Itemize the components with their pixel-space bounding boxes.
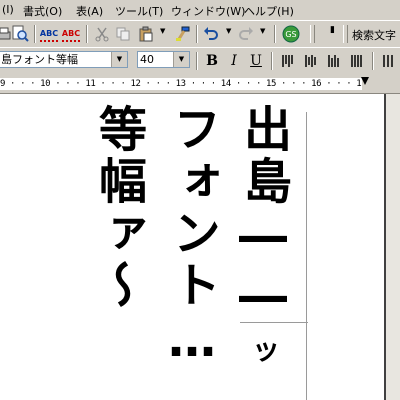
undo-dropdown-icon[interactable]: ▼	[226, 27, 231, 35]
toolbar-separator	[34, 25, 36, 43]
font-size-value: 40	[140, 53, 154, 66]
clone-formatting-icon[interactable]	[173, 24, 193, 44]
text-column-2[interactable]: フォント…	[164, 104, 221, 372]
undo-icon[interactable]	[201, 24, 221, 44]
right-indent-marker[interactable]	[361, 77, 369, 85]
text-boundary-line	[306, 322, 307, 400]
justify-vertical-icon[interactable]	[347, 51, 367, 71]
align-center-vertical-icon[interactable]	[301, 51, 321, 71]
vertical-scrollbar[interactable]	[386, 94, 400, 400]
toolbar-overflow-icon[interactable]: ▮	[330, 25, 335, 35]
redo-icon[interactable]	[236, 24, 256, 44]
bold-button[interactable]: B	[202, 51, 222, 71]
copy-icon[interactable]	[113, 24, 133, 44]
cut-icon[interactable]	[92, 24, 112, 44]
toolbar-separator	[274, 25, 276, 43]
menu-item-insert[interactable]: (I)	[2, 3, 14, 16]
menu-item-table[interactable]: 表(A)	[76, 3, 103, 19]
font-size-combo[interactable]: 40 ▼	[137, 51, 190, 68]
standard-toolbar: ABC ABC ▼ ▼ ▼ GS ▮ 検索文字	[0, 20, 400, 48]
navigator-icon[interactable]: GS	[281, 24, 301, 44]
ruler-scale: 9 · · · 10 · · · 11 · · · 12 · · · 13 · …	[0, 79, 362, 89]
toolbar-separator	[196, 25, 198, 43]
menu-item-window[interactable]: ウィンドウ(W)	[171, 3, 245, 19]
text-column-3[interactable]: 等幅ァ〜	[90, 104, 147, 312]
font-name-dropdown-icon[interactable]: ▼	[111, 52, 127, 67]
align-top-to-bottom-icon[interactable]	[278, 51, 298, 71]
toolbar-separator	[86, 25, 88, 43]
text-boundary-line	[306, 112, 307, 324]
paste-icon[interactable]	[136, 24, 156, 44]
auto-spellcheck-icon[interactable]: ABC	[61, 24, 81, 44]
align-bottom-icon[interactable]	[324, 51, 344, 71]
toolbar-separator	[372, 52, 374, 70]
menu-bar: (I) 書式(O) 表(A) ツール(T) ウィンドウ(W) ヘルプ(H)	[0, 0, 400, 20]
menu-item-format[interactable]: 書式(O)	[23, 3, 62, 19]
svg-text:GS: GS	[285, 30, 296, 39]
toolbar-grip[interactable]	[343, 25, 348, 43]
redo-dropdown-icon[interactable]: ▼	[260, 27, 265, 35]
font-size-dropdown-icon[interactable]: ▼	[173, 52, 189, 67]
menu-item-tools[interactable]: ツール(T)	[115, 3, 163, 19]
spellcheck-icon[interactable]: ABC	[39, 24, 59, 44]
text-direction-icon[interactable]	[378, 51, 398, 71]
find-label: 検索文字	[352, 29, 396, 42]
overflow-text[interactable]: ッ	[252, 328, 280, 368]
paste-dropdown-icon[interactable]: ▼	[160, 27, 165, 35]
menu-item-help[interactable]: ヘルプ(H)	[244, 3, 294, 19]
toolbar-separator	[271, 52, 273, 70]
toolbar-overflow-handle[interactable]	[310, 25, 315, 43]
font-name-value: 島フォント等幅	[1, 53, 78, 66]
page-preview-icon[interactable]	[10, 24, 30, 44]
underline-button[interactable]: U	[246, 51, 266, 71]
italic-button[interactable]: I	[224, 51, 244, 71]
text-column-1[interactable]: 出島――	[235, 104, 292, 328]
toolbar-separator	[196, 52, 198, 70]
formatting-toolbar: 島フォント等幅 ▼ 40 ▼ B I U	[0, 47, 400, 76]
horizontal-ruler[interactable]: 9 · · · 10 · · · 11 · · · 12 · · · 13 · …	[0, 75, 400, 94]
font-name-combo[interactable]: 島フォント等幅 ▼	[0, 51, 128, 68]
